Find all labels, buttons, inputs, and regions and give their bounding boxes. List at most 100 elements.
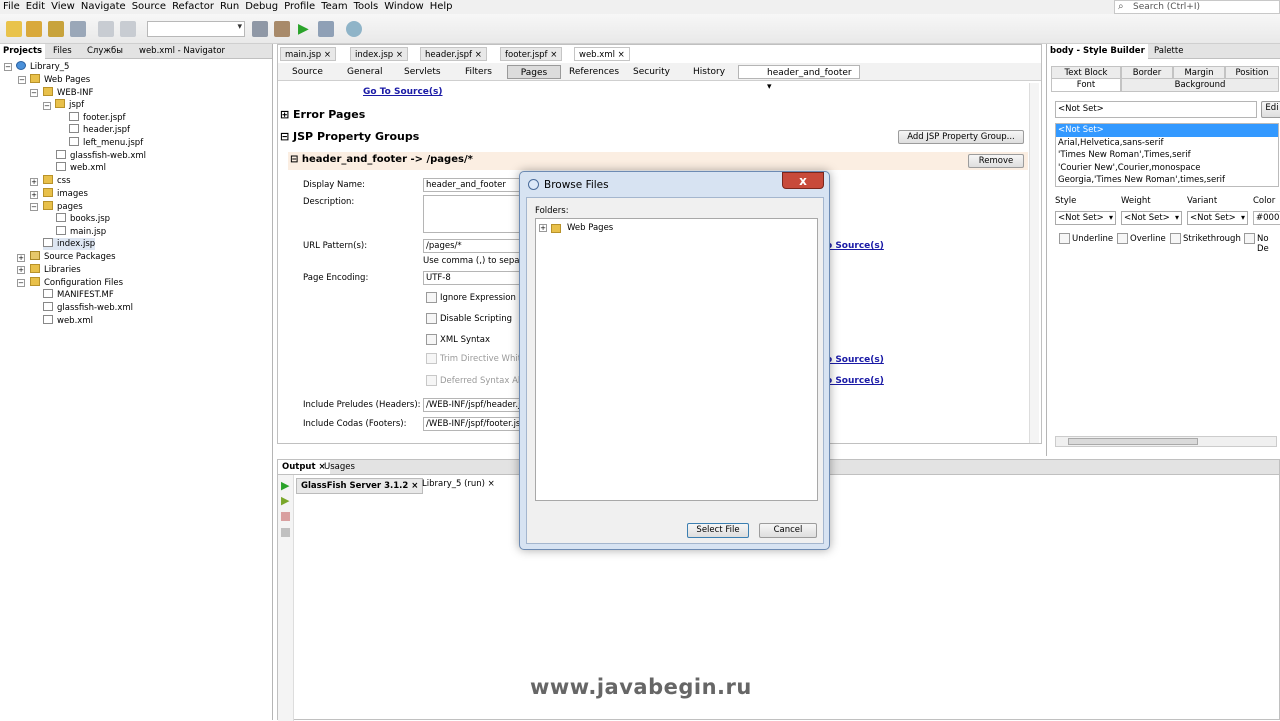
ignore-expression-checkbox[interactable] — [426, 292, 437, 303]
tree-node-web-pages[interactable]: Web Pages — [30, 74, 90, 86]
rerun-with-params-icon[interactable]: ▶ — [281, 494, 289, 507]
menu-window[interactable]: Window — [381, 0, 426, 14]
save-all-icon[interactable] — [70, 21, 86, 37]
codas-field[interactable]: /WEB-INF/jspf/footer.js — [423, 417, 523, 431]
tab-font[interactable]: Font — [1051, 78, 1121, 92]
tree-node-web-inf[interactable]: WEB-INF — [43, 87, 93, 99]
tab-usages[interactable]: Usages — [320, 460, 359, 474]
folders-tree[interactable]: + Web Pages — [535, 218, 818, 501]
collapse-toggle[interactable]: − — [30, 89, 38, 97]
run-icon[interactable]: ▶ — [298, 21, 314, 37]
display-name-field[interactable]: header_and_footer — [423, 178, 523, 192]
go-to-source-link[interactable]: o Source(s) — [826, 355, 884, 365]
tab-glassfish-server[interactable]: GlassFish Server 3.1.2 × — [296, 478, 424, 494]
menu-edit[interactable]: Edit — [23, 0, 48, 14]
tab-services[interactable]: Службы — [84, 44, 126, 59]
deferred-syntax-checkbox[interactable] — [426, 375, 437, 386]
tree-node-pages[interactable]: pages — [43, 201, 83, 213]
weight-select[interactable]: <Not Set> — [1121, 211, 1182, 225]
go-to-source-link[interactable]: o Source(s) — [826, 376, 884, 386]
stop-icon[interactable] — [281, 512, 290, 521]
cancel-button[interactable]: Cancel — [759, 523, 817, 538]
editor-tab-footer-jspf[interactable]: footer.jspf × — [500, 47, 563, 61]
tab-pages[interactable]: Pages — [507, 65, 561, 79]
tree-node-library5[interactable]: Library_5 — [16, 61, 69, 73]
tab-projects[interactable]: Projects — [0, 44, 46, 59]
collapse-toggle[interactable]: − — [30, 203, 38, 211]
tab-filters[interactable]: Filters — [459, 65, 498, 79]
configuration-select[interactable] — [147, 21, 245, 37]
settings-icon[interactable] — [281, 528, 290, 537]
menu-navigate[interactable]: Navigate — [78, 0, 129, 14]
go-to-source-link[interactable]: Go To Source(s) — [363, 87, 443, 97]
font-family-list[interactable]: <Not Set> Arial,Helvetica,sans-serif 'Ti… — [1055, 123, 1279, 187]
preludes-field[interactable]: /WEB-INF/jspf/header.js — [423, 398, 523, 412]
menu-debug[interactable]: Debug — [242, 0, 281, 14]
disable-scripting-checkbox[interactable] — [426, 313, 437, 324]
menu-tools[interactable]: Tools — [351, 0, 382, 14]
property-group-title[interactable]: ⊟ header_and_footer -> /pages/* — [290, 154, 473, 165]
tree-node-index-jsp[interactable]: index.jsp — [43, 238, 96, 250]
tree-node-images[interactable]: images — [43, 188, 88, 200]
tab-palette[interactable]: Palette — [1151, 44, 1186, 59]
no-decoration-checkbox[interactable] — [1244, 233, 1255, 244]
list-item[interactable]: Georgia,'Times New Roman',times,serif — [1056, 174, 1278, 187]
expand-toggle[interactable]: + — [539, 224, 547, 232]
editor-tab-header-jspf[interactable]: header.jspf × — [420, 47, 487, 61]
menu-profile[interactable]: Profile — [281, 0, 318, 14]
group-select[interactable]: header_and_footer ▾ — [738, 65, 860, 92]
menu-run[interactable]: Run — [217, 0, 242, 14]
scrollbar-thumb[interactable] — [1068, 438, 1198, 445]
editor-scrollbar[interactable] — [1029, 83, 1039, 443]
debug-icon[interactable] — [318, 21, 334, 37]
tab-servlets[interactable]: Servlets — [398, 65, 447, 79]
new-file-icon[interactable] — [6, 21, 22, 37]
menu-source[interactable]: Source — [129, 0, 169, 14]
tree-node-source-packages[interactable]: Source Packages — [30, 251, 116, 263]
tab-background[interactable]: Background — [1121, 78, 1279, 92]
folder-web-pages[interactable]: Web Pages — [567, 223, 613, 233]
strikethrough-checkbox[interactable] — [1170, 233, 1181, 244]
menu-team[interactable]: Team — [318, 0, 350, 14]
tab-source[interactable]: Source — [286, 65, 329, 79]
variant-select[interactable]: <Not Set> — [1187, 211, 1248, 225]
menu-view[interactable]: View — [48, 0, 78, 14]
expand-toggle[interactable]: + — [30, 191, 38, 199]
tree-node-header-jspf[interactable]: header.jspf — [69, 124, 130, 136]
xml-syntax-checkbox[interactable] — [426, 334, 437, 345]
horizontal-scrollbar[interactable] — [1055, 436, 1277, 447]
tree-node-glassfish-web-xml[interactable]: glassfish-web.xml — [56, 150, 146, 162]
list-item[interactable]: 'Times New Roman',Times,serif — [1056, 149, 1278, 162]
tree-node-footer-jspf[interactable]: footer.jspf — [69, 112, 126, 124]
color-field[interactable]: #000 — [1253, 211, 1280, 225]
go-to-source-link[interactable]: o Source(s) — [826, 241, 884, 251]
new-project-icon[interactable] — [26, 21, 42, 37]
search-input[interactable]: ⌕ Search (Ctrl+I) — [1114, 0, 1280, 14]
add-jsp-property-group-button[interactable]: Add JSP Property Group... — [898, 130, 1024, 144]
clean-build-icon[interactable] — [274, 21, 290, 37]
menu-refactor[interactable]: Refactor — [169, 0, 217, 14]
tree-node-web-xml[interactable]: web.xml — [56, 162, 106, 174]
remove-button[interactable]: Remove — [968, 154, 1024, 168]
collapse-toggle[interactable]: − — [4, 63, 12, 71]
open-project-icon[interactable] — [48, 21, 64, 37]
description-field[interactable] — [423, 195, 523, 233]
list-item[interactable]: <Not Set> — [1056, 124, 1278, 137]
list-item[interactable]: Arial,Helvetica,sans-serif — [1056, 137, 1278, 150]
url-pattern-field[interactable]: /pages/* — [423, 239, 523, 253]
tab-library5-run[interactable]: Library_5 (run) × — [418, 477, 499, 491]
collapse-toggle[interactable]: − — [43, 102, 51, 110]
font-family-field[interactable]: <Not Set> — [1055, 101, 1257, 118]
menu-help[interactable]: Help — [427, 0, 456, 14]
expand-toggle[interactable]: + — [17, 266, 25, 274]
tree-node-books-jsp[interactable]: books.jsp — [56, 213, 110, 225]
trim-directive-checkbox[interactable] — [426, 353, 437, 364]
tree-node-left-menu-jspf[interactable]: left_menu.jspf — [69, 137, 143, 149]
underline-checkbox[interactable] — [1059, 233, 1070, 244]
expand-toggle[interactable]: + — [17, 254, 25, 262]
edit-font-button[interactable]: Edi — [1261, 101, 1280, 118]
collapse-toggle[interactable]: − — [17, 279, 25, 287]
tree-node-manifest[interactable]: MANIFEST.MF — [43, 289, 114, 301]
tab-security[interactable]: Security — [627, 65, 676, 79]
build-icon[interactable] — [252, 21, 268, 37]
